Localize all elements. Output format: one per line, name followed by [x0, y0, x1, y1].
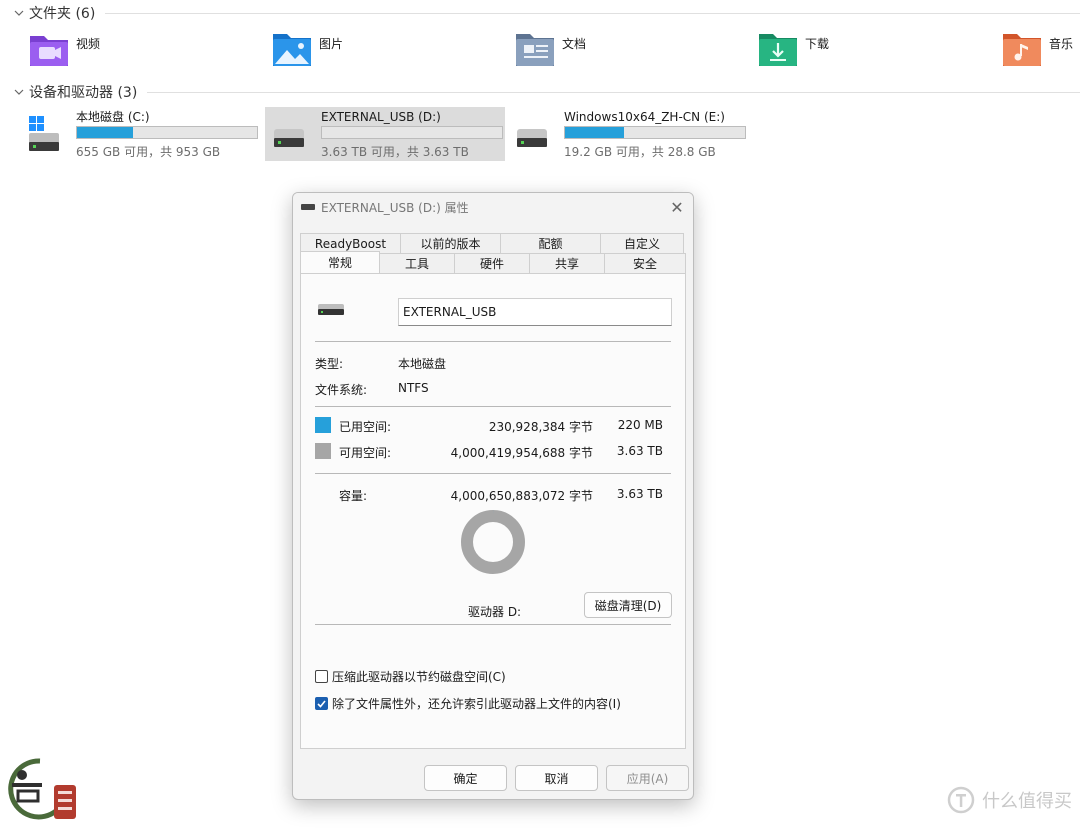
- folder-label: 音乐: [1049, 37, 1074, 51]
- close-icon[interactable]: ✕: [661, 193, 693, 221]
- type-value: 本地磁盘: [398, 357, 447, 371]
- folder-item-documents[interactable]: 文档: [514, 30, 586, 74]
- tab-general[interactable]: 常规: [300, 251, 380, 273]
- separator: [315, 624, 671, 625]
- index-checkbox-label: 除了文件属性外，还允许索引此驱动器上文件的内容(I): [332, 697, 621, 711]
- folder-item-downloads[interactable]: 下载: [757, 30, 829, 74]
- properties-dialog: EXTERNAL_USB (D:) 属性 ✕ ReadyBoost 以前的版本 …: [292, 192, 694, 800]
- downloads-folder-icon: [757, 30, 799, 68]
- filesystem-label: 文件系统:: [315, 383, 368, 397]
- section-divider: [147, 91, 1080, 93]
- ok-button[interactable]: 确定: [424, 765, 507, 791]
- folder-item-video[interactable]: 视频: [28, 30, 100, 74]
- tab-quota[interactable]: 配额: [500, 233, 601, 253]
- section-divider: [105, 12, 1080, 14]
- folder-item-pictures[interactable]: 图片: [271, 30, 343, 74]
- compress-checkbox-row[interactable]: 压缩此驱动器以节约磁盘空间(C): [315, 668, 506, 685]
- tab-hardware[interactable]: 硬件: [454, 253, 530, 273]
- used-space-size: 220 MB: [617, 418, 663, 432]
- drive-space-text: 3.63 TB 可用，共 3.63 TB: [321, 145, 469, 159]
- folder-item-music[interactable]: 音乐: [1001, 30, 1073, 74]
- capacity-size: 3.63 TB: [616, 487, 663, 501]
- drive-name: EXTERNAL_USB (D:): [321, 110, 441, 124]
- drive-name: Windows10x64_ZH-CN (E:): [564, 110, 725, 124]
- folder-label: 图片: [319, 37, 344, 51]
- tab-sharing[interactable]: 共享: [529, 253, 605, 273]
- drive-item-c[interactable]: 本地磁盘 (C:) 655 GB 可用，共 953 GB: [20, 107, 260, 161]
- folder-label: 下载: [805, 37, 830, 51]
- watermark-seal-logo: [4, 755, 80, 823]
- free-space-bytes: 4,000,419,954,688 字节: [450, 446, 593, 460]
- folders-section-header[interactable]: 文件夹 (6): [12, 2, 1080, 24]
- separator: [315, 473, 671, 474]
- dialog-title: EXTERNAL_USB (D:) 属性: [321, 200, 469, 215]
- used-space-swatch: [315, 417, 331, 433]
- drive-usage-bar: [76, 126, 258, 139]
- folder-label: 视频: [76, 37, 101, 51]
- free-space-size: 3.63 TB: [616, 444, 663, 458]
- drive-name: 本地磁盘 (C:): [76, 110, 150, 124]
- folder-label: 文档: [562, 37, 587, 51]
- tab-previous-versions[interactable]: 以前的版本: [400, 233, 501, 253]
- watermark-smzdm: 什么值得买: [946, 785, 1072, 815]
- music-folder-icon: [1001, 30, 1043, 68]
- drive-space-text: 655 GB 可用，共 953 GB: [76, 145, 221, 159]
- pictures-folder-icon: [271, 30, 313, 68]
- dialog-titlebar[interactable]: EXTERNAL_USB (D:) 属性 ✕: [293, 193, 693, 221]
- separator: [315, 406, 671, 407]
- cancel-button[interactable]: 取消: [515, 765, 598, 791]
- drive-icon: [301, 204, 315, 210]
- checkmark-icon: [317, 699, 326, 708]
- chevron-down-icon[interactable]: [12, 85, 26, 99]
- hard-drive-icon: [317, 302, 347, 318]
- disk-cleanup-button[interactable]: 磁盘清理(D): [584, 592, 672, 618]
- capacity-label: 容量:: [339, 489, 368, 503]
- drive-usage-bar: [321, 126, 503, 139]
- free-space-label: 可用空间:: [339, 446, 392, 460]
- type-label: 类型:: [315, 357, 344, 371]
- devices-section-header[interactable]: 设备和驱动器 (3): [12, 81, 1080, 103]
- windows-drive-icon: [28, 115, 66, 155]
- watermark-text: 什么值得买: [982, 791, 1072, 812]
- tab-row-bottom: 常规 工具 硬件 共享 安全: [300, 251, 686, 273]
- drive-usage-bar: [564, 126, 746, 139]
- devices-header-label: 设备和驱动器 (3): [29, 85, 138, 101]
- tab-customize[interactable]: 自定义: [600, 233, 684, 253]
- compress-checkbox[interactable]: [315, 670, 328, 683]
- drive-letter-label: 驱动器 D:: [468, 605, 522, 619]
- volume-name-input[interactable]: [398, 298, 672, 326]
- tab-readyboost[interactable]: ReadyBoost: [300, 233, 401, 253]
- tab-security[interactable]: 安全: [604, 253, 686, 273]
- tab-row-top: ReadyBoost 以前的版本 配额 自定义: [300, 233, 684, 253]
- donut-free-ring: [461, 510, 525, 574]
- index-checkbox-row[interactable]: 除了文件属性外，还允许索引此驱动器上文件的内容(I): [315, 695, 621, 712]
- video-folder-icon: [28, 30, 70, 68]
- index-checkbox[interactable]: [315, 697, 328, 710]
- disk-usage-donut: [460, 509, 526, 575]
- chevron-down-icon[interactable]: [12, 6, 26, 20]
- compress-checkbox-label: 压缩此驱动器以节约磁盘空间(C): [332, 670, 506, 684]
- capacity-bytes: 4,000,650,883,072 字节: [450, 489, 593, 503]
- documents-folder-icon: [514, 30, 556, 68]
- drive-usage-fill: [77, 127, 133, 138]
- drive-space-text: 19.2 GB 可用，共 28.8 GB: [564, 145, 716, 159]
- smzdm-logo-icon: [947, 786, 975, 814]
- general-tab-panel: 类型: 本地磁盘 文件系统: NTFS 已用空间: 230,928,384 字节…: [300, 273, 686, 749]
- used-space-label: 已用空间:: [339, 420, 392, 434]
- drive-usage-fill: [565, 127, 625, 138]
- used-space-bytes: 230,928,384 字节: [488, 420, 593, 434]
- filesystem-value: NTFS: [398, 381, 429, 395]
- drive-item-d[interactable]: EXTERNAL_USB (D:) 3.63 TB 可用，共 3.63 TB: [265, 107, 505, 161]
- tab-tools[interactable]: 工具: [379, 253, 455, 273]
- hard-drive-icon: [516, 115, 554, 155]
- drive-item-e[interactable]: Windows10x64_ZH-CN (E:) 19.2 GB 可用，共 28.…: [508, 107, 758, 161]
- apply-button[interactable]: 应用(A): [606, 765, 689, 791]
- hard-drive-icon: [273, 115, 311, 155]
- separator: [315, 341, 671, 342]
- folders-header-label: 文件夹 (6): [29, 6, 96, 22]
- free-space-swatch: [315, 443, 331, 459]
